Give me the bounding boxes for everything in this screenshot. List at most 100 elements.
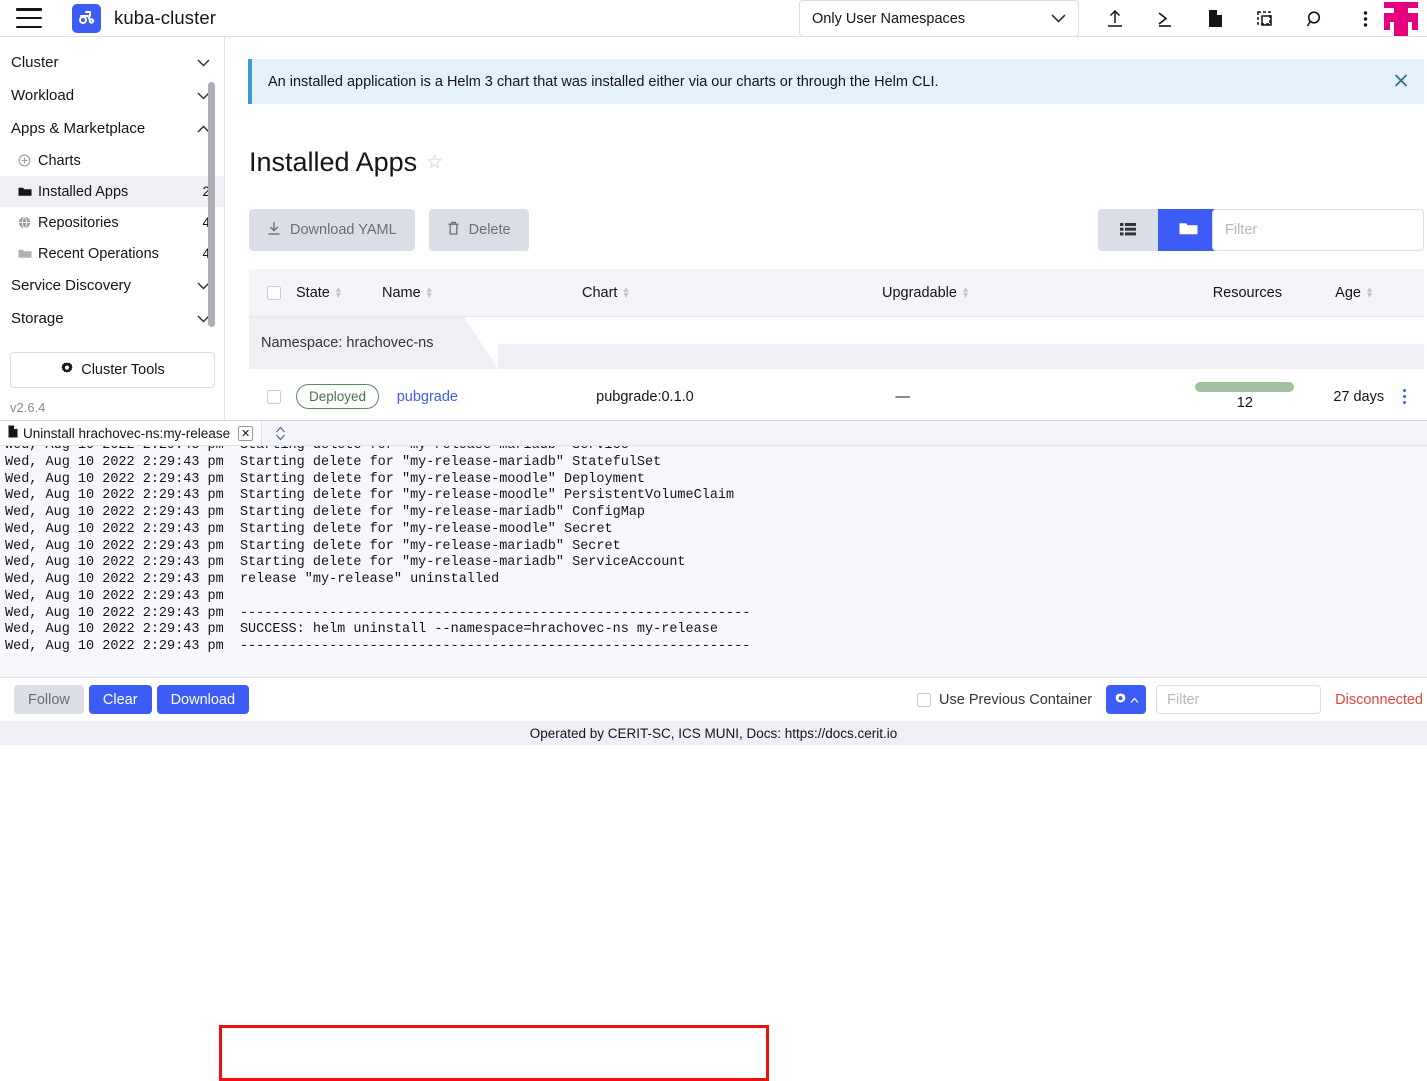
page-title: Installed Apps ☆: [249, 147, 443, 178]
cluster-tools-label: Cluster Tools: [81, 362, 165, 378]
log-filter-input[interactable]: [1156, 685, 1321, 714]
column-header-resources: Resources: [1172, 285, 1282, 301]
column-header-name[interactable]: Name ▴▾: [382, 285, 582, 301]
connection-status: Disconnected: [1335, 692, 1423, 708]
footer-text: Operated by CERIT-SC, ICS MUNI, Docs: ht…: [530, 726, 898, 741]
copy-kubeconfig-icon[interactable]: [1240, 0, 1290, 37]
use-previous-container-label: Use Previous Container: [939, 692, 1092, 708]
sort-icon[interactable]: ▴▾: [1367, 286, 1372, 300]
flat-list-view-button[interactable]: [1098, 209, 1158, 251]
column-header-state[interactable]: State ▴▾: [296, 285, 382, 301]
column-label: Upgradable: [882, 285, 957, 301]
log-footer-toolbar: Follow Clear Download Use Previous Conta…: [0, 677, 1427, 721]
namespace-group-row: Namespace: hrachovec-ns: [249, 317, 1424, 369]
log-timestamp: Wed, Aug 10 2022 2:29:43 pm: [5, 572, 240, 587]
sidebar: Cluster Workload Apps & Marketplace Char…: [0, 37, 225, 420]
view-toggle-group: [1098, 209, 1218, 251]
sidebar-group-storage[interactable]: Storage: [0, 302, 224, 335]
log-line: Wed, Aug 10 2022 2:29:43 pm Starting del…: [5, 555, 1427, 572]
column-header-upgradable[interactable]: Upgradable ▴▾: [882, 285, 1172, 301]
clear-button[interactable]: Clear: [89, 685, 152, 714]
state-cell: Deployed: [296, 389, 397, 405]
delete-button[interactable]: Delete: [429, 209, 529, 251]
log-panel: Uninstall hrachovec-ns:my-release ✕ Wed,…: [0, 420, 1427, 721]
download-yaml-button[interactable]: Download YAML: [249, 209, 415, 251]
row-actions[interactable]: [1384, 388, 1424, 406]
sidebar-item-label: Installed Apps: [38, 184, 128, 200]
log-message: Starting delete for "my-release-moodle" …: [240, 488, 734, 503]
use-previous-container-checkbox[interactable]: [917, 693, 931, 707]
log-timestamp: Wed, Aug 10 2022 2:29:43 pm: [5, 505, 240, 520]
log-tab-uninstall[interactable]: Uninstall hrachovec-ns:my-release ✕: [0, 421, 262, 445]
row-select-checkbox[interactable]: [267, 390, 281, 404]
upload-icon[interactable]: [1090, 0, 1140, 37]
expand-collapse-icon[interactable]: [262, 421, 298, 445]
log-tab-label: Uninstall hrachovec-ns:my-release: [23, 426, 230, 441]
filter-input[interactable]: [1212, 209, 1424, 251]
info-banner: An installed application is a Helm 3 cha…: [248, 59, 1424, 104]
log-message: release "my-release" uninstalled: [240, 572, 499, 587]
sidebar-group-service-discovery[interactable]: Service Discovery: [0, 269, 224, 302]
use-previous-container-toggle[interactable]: Use Previous Container: [917, 692, 1092, 708]
kebab-menu-icon[interactable]: [1403, 388, 1406, 406]
log-message: Starting delete for "my-release-mariadb"…: [240, 555, 686, 570]
status-badge: Deployed: [296, 384, 379, 409]
column-label: Chart: [582, 285, 617, 301]
log-line: Wed, Aug 10 2022 2:29:43 pm Starting del…: [5, 455, 1427, 472]
table-row[interactable]: Deployed pubgrade pubgrade:0.1.0 — 12 27…: [249, 369, 1424, 420]
sidebar-item-installed-apps[interactable]: Installed Apps 2: [0, 176, 224, 207]
log-output[interactable]: Wed, Aug 10 2022 2:29:43 pm Starting del…: [0, 446, 1427, 677]
folder-icon: [1179, 221, 1198, 239]
kubectl-shell-icon[interactable]: [1140, 0, 1190, 37]
sort-icon[interactable]: ▴▾: [963, 286, 968, 300]
log-message: Starting delete for "my-release-mariadb"…: [240, 539, 621, 554]
app-name-link[interactable]: pubgrade: [397, 389, 458, 405]
namespace-group-slant: [464, 317, 498, 369]
log-message: ----------------------------------------…: [240, 606, 750, 621]
grouped-view-button[interactable]: [1158, 209, 1218, 251]
delete-label: Delete: [469, 222, 511, 238]
installed-apps-table: State ▴▾ Name ▴▾ Chart ▴▾ Upgradable ▴▾ …: [249, 269, 1424, 420]
search-icon[interactable]: [1290, 0, 1340, 37]
sidebar-item-recent-operations[interactable]: Recent Operations 4: [0, 238, 224, 269]
upgradable-cell: —: [895, 389, 1184, 405]
close-icon[interactable]: [1394, 73, 1408, 90]
cluster-name-label[interactable]: kuba-cluster: [114, 7, 216, 29]
sidebar-item-repositories[interactable]: Repositories 4: [0, 207, 224, 238]
sidebar-group-apps-marketplace[interactable]: Apps & Marketplace: [0, 112, 224, 145]
log-message: Starting delete for "my-release-mariadb"…: [240, 455, 661, 470]
log-message: SUCCESS: helm uninstall --namespace=hrac…: [240, 622, 718, 637]
log-line: Wed, Aug 10 2022 2:29:43 pm Starting del…: [5, 446, 1427, 455]
sidebar-group-cluster[interactable]: Cluster: [0, 46, 224, 79]
sort-icon[interactable]: ▴▾: [427, 286, 432, 300]
namespace-selector-value: Only User Namespaces: [812, 11, 965, 27]
sidebar-group-workload[interactable]: Workload: [0, 79, 224, 112]
log-line: Wed, Aug 10 2022 2:29:43 pm release "my-…: [5, 572, 1427, 589]
hamburger-icon[interactable]: [16, 8, 42, 28]
column-label: Age: [1335, 285, 1361, 301]
log-tab-bar: Uninstall hrachovec-ns:my-release ✕: [0, 421, 1427, 446]
star-outline-icon[interactable]: ☆: [426, 151, 443, 174]
resources-cell: 12: [1185, 382, 1295, 411]
sort-icon[interactable]: ▴▾: [336, 286, 341, 300]
log-line: Wed, Aug 10 2022 2:29:43 pm Starting del…: [5, 539, 1427, 556]
column-header-age[interactable]: Age ▴▾: [1282, 285, 1372, 301]
sidebar-group-label: Storage: [11, 310, 64, 327]
close-icon[interactable]: ✕: [238, 426, 253, 441]
column-header-chart[interactable]: Chart ▴▾: [582, 285, 882, 301]
follow-button[interactable]: Follow: [14, 685, 84, 714]
circle-plus-icon: [18, 154, 36, 167]
sort-icon[interactable]: ▴▾: [623, 286, 628, 300]
list-icon: [1120, 222, 1136, 239]
user-avatar-icon[interactable]: [1383, 0, 1419, 37]
download-button[interactable]: Download: [157, 685, 250, 714]
cluster-tools-button[interactable]: Cluster Tools: [10, 352, 215, 388]
namespace-selector[interactable]: Only User Namespaces: [799, 0, 1079, 37]
sidebar-scrollbar[interactable]: [208, 82, 215, 327]
action-buttons: Download YAML Delete: [249, 209, 529, 251]
select-all-checkbox[interactable]: [267, 286, 281, 300]
rancher-logo-icon[interactable]: [72, 4, 101, 33]
import-yaml-icon[interactable]: [1190, 0, 1240, 37]
log-settings-button[interactable]: [1106, 685, 1146, 714]
sidebar-item-charts[interactable]: Charts: [0, 145, 224, 176]
